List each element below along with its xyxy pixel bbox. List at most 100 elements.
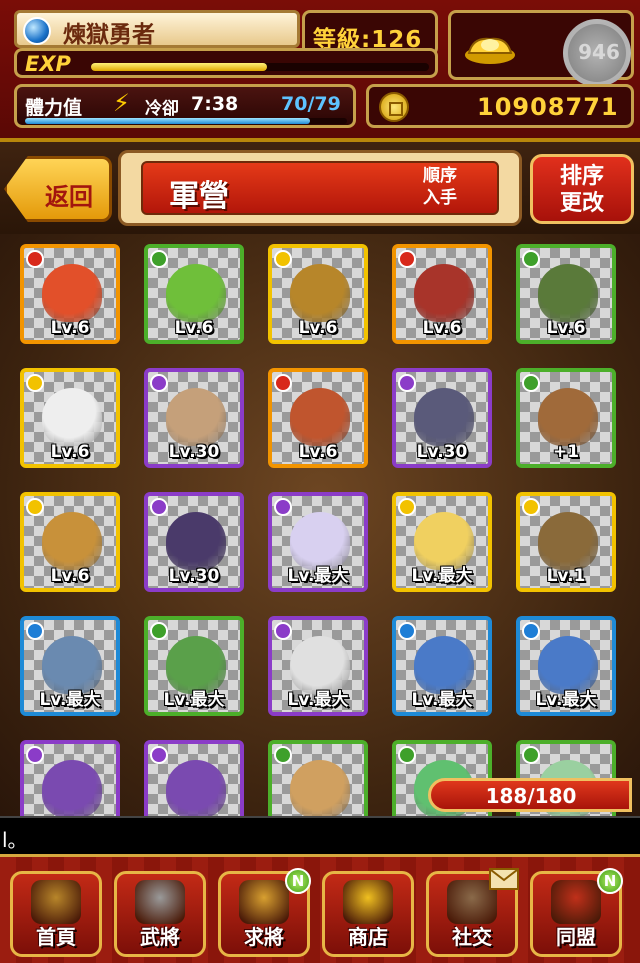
hero-card[interactable]: Lv.6	[20, 244, 120, 344]
exp-bar	[91, 63, 429, 71]
change-sort-button[interactable]: 排序 更改	[530, 154, 634, 224]
hero-portrait	[414, 264, 474, 322]
back-button-label: 返回	[45, 183, 93, 211]
dark-icon	[274, 498, 292, 516]
page-title: 軍營	[169, 179, 229, 214]
new-badge: N	[285, 868, 311, 894]
sort-order-indicator: 順序 入手	[423, 165, 457, 209]
hero-level: Lv.6	[174, 318, 214, 338]
capacity-badge: 188/180	[428, 778, 632, 812]
water-orb-icon	[23, 17, 51, 45]
page-header: 返回 軍營 順序 入手 排序 更改	[0, 142, 640, 234]
new-badge: N	[597, 868, 623, 894]
hero-card[interactable]: Lv.最大	[268, 616, 368, 716]
hero-card[interactable]: Lv.6	[268, 368, 368, 468]
hero-card[interactable]	[144, 740, 244, 816]
wood-icon	[522, 374, 540, 392]
hero-level: Lv.1	[546, 566, 586, 586]
hero-card[interactable]: Lv.最大	[144, 616, 244, 716]
dark-icon	[26, 746, 44, 764]
fire-icon	[26, 250, 44, 268]
light-icon	[274, 250, 292, 268]
hero-card[interactable]: Lv.1	[516, 492, 616, 592]
nav-alliance-button[interactable]: 同盟 N	[530, 868, 623, 957]
change-sort-label: 排序 更改	[533, 163, 631, 217]
light-icon	[398, 498, 416, 516]
nav-handshake-button[interactable]: 社交	[426, 868, 519, 957]
gold-value: 946	[578, 40, 620, 64]
hero-card[interactable]: Lv.30	[144, 492, 244, 592]
player-name-box[interactable]: 煉獄勇者	[14, 10, 300, 48]
nav-label: 武將	[140, 925, 180, 949]
nav-castle-button[interactable]: 首頁	[10, 871, 102, 957]
stamina-bar	[25, 118, 347, 124]
hero-card[interactable]	[20, 740, 120, 816]
alliance-icon	[551, 880, 601, 924]
exp-panel: EXP	[14, 48, 438, 78]
hero-card[interactable]: Lv.6	[20, 368, 120, 468]
exp-label: EXP	[25, 52, 71, 76]
hero-level: Lv.30	[168, 566, 220, 586]
hero-card[interactable]: Lv.6	[20, 492, 120, 592]
coin-panel: 10908771	[366, 84, 634, 128]
nav-helmet-button[interactable]: 武將	[114, 871, 206, 957]
sort-order-line2: 入手	[423, 188, 457, 208]
bottom-nav: 首頁 武將 求將 N 商店 社交 同盟 N	[0, 854, 640, 963]
dark-icon	[398, 374, 416, 392]
hero-level: Lv.最大	[287, 566, 349, 586]
hero-level: Lv.6	[50, 442, 90, 462]
water-icon	[522, 622, 540, 640]
gold-ingot-icon	[465, 37, 515, 64]
nav-label: 求將	[244, 925, 284, 949]
message-ticker: l。	[0, 816, 640, 856]
nav-recruit-button[interactable]: 求將 N	[218, 868, 311, 957]
hero-card[interactable]: Lv.6	[392, 244, 492, 344]
hero-level: Lv.6	[298, 442, 338, 462]
wood-icon	[150, 250, 168, 268]
stamina-label: 體力值	[25, 97, 83, 119]
hero-portrait	[290, 264, 350, 322]
coin-icon	[379, 92, 409, 122]
fire-icon	[398, 250, 416, 268]
wood-icon	[522, 746, 540, 764]
nav-label: 首頁	[36, 925, 76, 949]
dark-icon	[150, 374, 168, 392]
stamina-value: 70/79	[281, 93, 341, 115]
wood-icon	[522, 250, 540, 268]
card-grid[interactable]: Lv.6 Lv.6 Lv.6 Lv.6 Lv.6 Lv.6 Lv.30 Lv.6 Lv.30 +1…	[0, 234, 640, 816]
nav-gold-ingot-button[interactable]: 商店	[322, 871, 414, 957]
hero-level: Lv.6	[50, 566, 90, 586]
light-icon	[522, 498, 540, 516]
exp-bar-fill	[91, 63, 267, 71]
coin-value: 10908771	[477, 93, 619, 121]
hero-portrait	[166, 388, 226, 446]
hero-level: Lv.30	[416, 442, 468, 462]
hero-portrait	[166, 760, 226, 816]
hero-portrait	[42, 512, 102, 570]
hero-card[interactable]: Lv.最大	[268, 492, 368, 592]
hero-card[interactable]: Lv.6	[144, 244, 244, 344]
gold-panel[interactable]: 946	[448, 10, 634, 87]
hero-card[interactable]: Lv.30	[392, 368, 492, 468]
hero-card[interactable]: Lv.最大	[392, 616, 492, 716]
title-banner: 軍營 順序 入手	[118, 150, 522, 226]
hero-card[interactable]: Lv.6	[516, 244, 616, 344]
hero-card[interactable]: Lv.30	[144, 368, 244, 468]
hero-card[interactable]: Lv.6	[268, 244, 368, 344]
hero-portrait	[538, 388, 598, 446]
hero-card[interactable]: Lv.最大	[516, 616, 616, 716]
back-button[interactable]: 返回	[4, 156, 112, 222]
hero-card[interactable]: +1	[516, 368, 616, 468]
hero-card[interactable]	[268, 740, 368, 816]
hero-card[interactable]: Lv.最大	[392, 492, 492, 592]
dark-icon	[274, 622, 292, 640]
hero-level: Lv.6	[546, 318, 586, 338]
player-name: 煉獄勇者	[63, 22, 155, 48]
hero-portrait	[166, 512, 226, 570]
hero-card[interactable]: Lv.最大	[20, 616, 120, 716]
cooldown-timer: 7:38	[191, 93, 239, 115]
hero-level: Lv.6	[50, 318, 90, 338]
dark-icon	[150, 746, 168, 764]
hero-portrait	[538, 264, 598, 322]
hero-portrait	[42, 760, 102, 816]
